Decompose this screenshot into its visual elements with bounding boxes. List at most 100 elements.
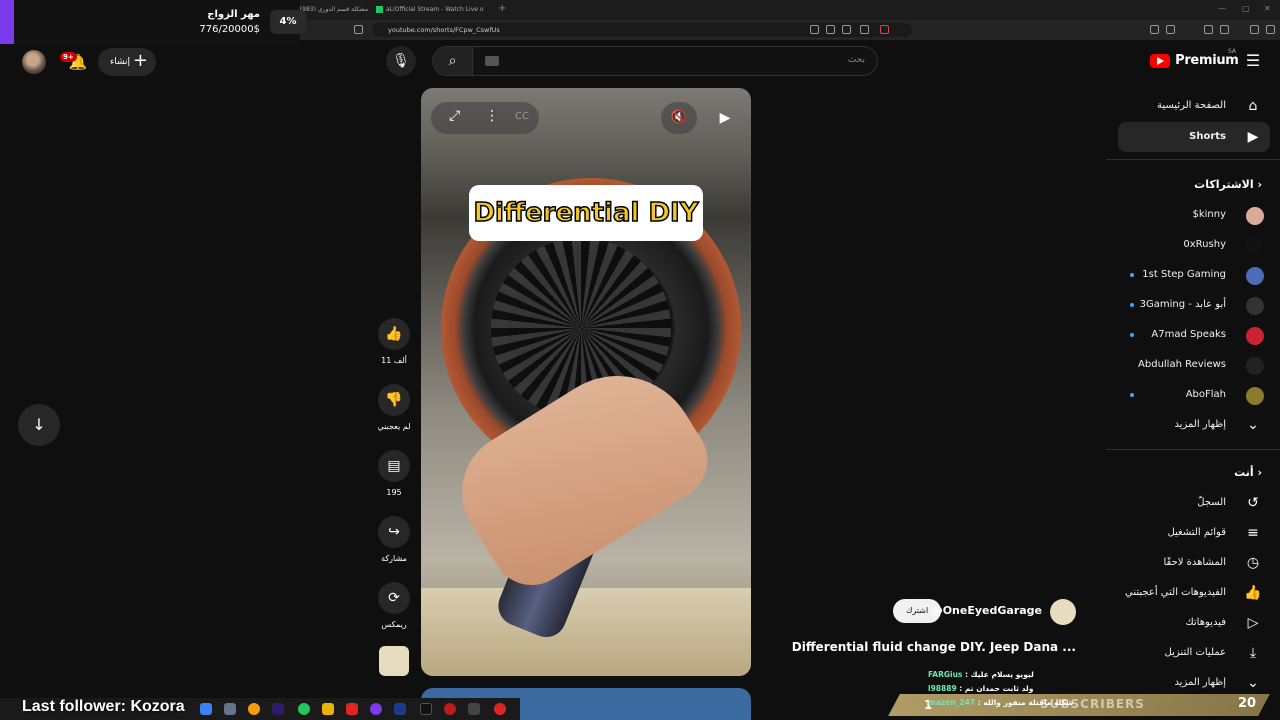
thumbs-down-icon[interactable]: 👎 [378,384,410,416]
sidebar-item-watch-later[interactable]: المشاهدة لاحقًا ◷ [1104,548,1280,578]
play-icon[interactable]: ▶ [709,102,741,134]
logo-word: Premium [1175,53,1239,68]
sidebar-item-label: عمليات التنزيل [1164,647,1226,658]
dislike-action[interactable]: 👎 لم يعجبني [374,384,414,431]
whatsapp-icon[interactable] [298,703,310,715]
extension-icon[interactable] [810,25,819,34]
video-frame-tray [421,588,751,676]
account-avatar[interactable] [22,50,46,74]
wallet-icon[interactable] [1204,25,1213,34]
chat-message: mazen_247 : شكله ماقتلة منفور والله [928,698,1074,707]
remix-action[interactable]: ⟳ ريمكس [374,582,414,629]
terminal-icon[interactable] [420,703,432,715]
brave-icon[interactable] [346,703,358,715]
new-content-dot [1130,333,1134,337]
maximize-icon[interactable]: ▢ [1242,4,1250,13]
your-videos-icon: ▷ [1247,615,1259,631]
sidebar-item-label: المشاهدة لاحقًا [1163,557,1226,568]
fullscreen-icon[interactable]: ⤢ [449,108,460,124]
sidebar-item-home[interactable]: الصفحة الرئيسية ⌂ [1104,91,1280,121]
brave-shield-icon[interactable] [880,25,889,34]
short-video-player[interactable]: Differential DIY ⤢ ⋮ CC 🔇 ▶ [421,88,751,676]
browser-tab[interactable]: (1983) مشكلة قسم الدوري [296,3,370,17]
sidebar-item-subscription[interactable]: 1st Step Gaming [1104,260,1280,290]
sidebar-item-downloads[interactable]: عمليات التنزيل ⤓ [1104,638,1280,668]
mute-icon[interactable]: 🔇 [661,102,697,134]
comment-icon[interactable]: ▤ [378,450,410,482]
sidebar-item-liked[interactable]: الفيديوهات التي أعجبتني 👍 [1104,578,1280,608]
taskbar-app-icon[interactable] [224,703,236,715]
remix-icon[interactable]: ⟳ [378,582,410,614]
playlists-icon: ≡ [1247,525,1259,541]
zoom-icon[interactable] [842,25,851,34]
new-tab-icon[interactable]: + [498,3,506,14]
channel-avatar[interactable] [1050,599,1076,625]
comments-action[interactable]: ▤ 195 [374,450,414,497]
channel-avatar [1246,387,1264,405]
search-box[interactable]: ⌕ بحث [432,46,878,76]
close-window-icon[interactable]: ✕ [1264,4,1271,13]
hamburger-menu-icon[interactable]: ☰ [1244,52,1262,70]
subscriptions-heading[interactable]: الاشتراكات › [1194,178,1262,191]
chrome-icon[interactable] [248,703,260,715]
sidebar-item-history[interactable]: السجلّ ↺ [1104,488,1280,518]
share-label: مشاركة [381,554,407,563]
search-input[interactable]: بحث [848,55,865,65]
thumbs-up-icon[interactable]: 👍 [378,318,410,350]
share-action[interactable]: ↪ مشاركة [374,516,414,563]
like-action[interactable]: 👍 11 ألف [374,318,414,365]
taskbar-app-icon[interactable] [444,703,456,715]
sidebar-item-shorts[interactable]: Shorts ▶ [1118,122,1270,152]
sidebar-item-subscription[interactable]: 0xRushy [1104,230,1280,260]
sidebar-item-label: Shorts [1189,131,1226,142]
taskbar-app-icon[interactable] [200,703,212,715]
chevron-down-icon: ⌄ [1247,417,1259,433]
watch-later-icon: ◷ [1246,555,1260,571]
new-content-dot [1130,393,1134,397]
short-description[interactable]: Differential fluid change DIY. Jeep Dana… [792,640,1076,654]
downloads-browser-icon[interactable] [1220,25,1229,34]
taskbar-app-icon[interactable] [468,703,480,715]
voice-search-mic-icon[interactable]: 🎙 [386,46,416,76]
sidebar-item-subscription[interactable]: $kinny [1104,200,1280,230]
sidebar-item-subscription[interactable]: Abdullah Reviews [1104,350,1280,380]
search-icon[interactable]: ⌕ [433,47,473,75]
translate-icon[interactable] [826,25,835,34]
create-button[interactable]: إنشاء + [98,48,156,76]
arrow-down-icon[interactable]: ↓ [18,404,60,446]
profile-icon[interactable] [1250,25,1259,34]
player-controls-left: ⤢ ⋮ CC [431,102,539,134]
you-heading[interactable]: أنت › [1234,466,1262,479]
liked-icon: 👍 [1244,585,1262,601]
more-options-icon[interactable]: ⋮ [485,108,499,124]
sidebar-item-subscription[interactable]: A7mad Speaks [1104,320,1280,350]
share-icon[interactable] [860,25,869,34]
goal-amount: 776/20000$ [199,24,260,35]
youtube-premium-logo[interactable]: Premium SA [1150,48,1239,72]
sidebar-item-label: قوائم التشغيل [1167,527,1226,538]
new-content-dot [1130,303,1134,307]
steam-icon[interactable] [394,703,406,715]
premiere-icon[interactable] [272,703,284,715]
sidebar-item-your-videos[interactable]: فيديوهاتك ▷ [1104,608,1280,638]
browser-menu-icon[interactable] [1266,25,1275,34]
sidebar-show-more[interactable]: إظهار المزيد ⌄ [1104,410,1280,440]
channel-avatar [1246,297,1264,315]
sidebar-toggle-icon[interactable] [1166,25,1175,34]
shorts-icon: ▶ [1247,129,1259,145]
folder-icon[interactable] [322,703,334,715]
minimize-icon[interactable]: — [1218,4,1226,13]
sidebar-item-subscription[interactable]: 3Gaming - أبو عابد [1104,290,1280,320]
sidebar-item-subscription[interactable]: AboFlah [1104,380,1280,410]
sidebar-item-playlists[interactable]: قوائم التشغيل ≡ [1104,518,1280,548]
browser-tab-active[interactable]: aLiOfficial Stream - Watch Live o [376,3,486,17]
keyboard-icon[interactable] [485,56,499,66]
extensions-icon[interactable] [1150,25,1159,34]
taskbar-app-icon[interactable] [370,703,382,715]
captions-icon[interactable]: CC [515,111,529,122]
taskbar-app-icon[interactable] [494,703,506,715]
sound-thumbnail[interactable] [379,646,409,676]
bookmark-icon[interactable] [354,25,363,34]
channel-handle[interactable]: @OneEyedGarage [932,604,1042,617]
share-arrow-icon[interactable]: ↪ [378,516,410,548]
